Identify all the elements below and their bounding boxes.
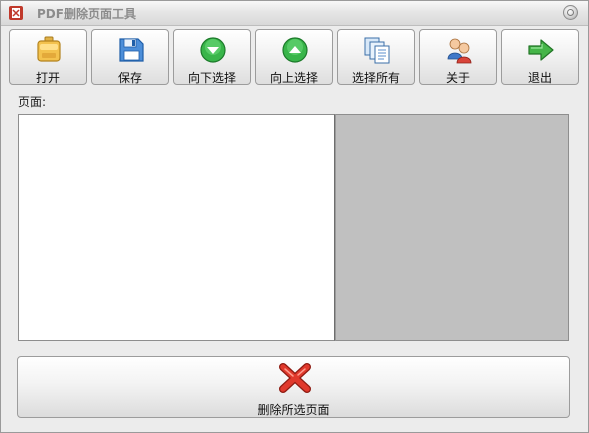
arrow-down-circle-icon (200, 37, 226, 63)
pdf-app-icon (9, 6, 23, 20)
select-all-button-label: 选择所有 (351, 71, 400, 85)
open-button-label: 打开 (35, 71, 60, 85)
about-button-label: 关于 (445, 71, 470, 85)
open-button[interactable]: 打开 (9, 29, 87, 85)
red-x-icon (279, 363, 311, 393)
open-folder-icon (37, 36, 61, 62)
select-up-button[interactable]: 向上选择 (255, 29, 333, 85)
select-down-button[interactable]: 向下选择 (173, 29, 251, 85)
arrow-up-circle-icon (282, 37, 308, 63)
page-list[interactable] (18, 114, 335, 341)
exit-button[interactable]: 退出 (501, 29, 579, 85)
app-window: PDF删除页面工具 打开 保存 向下选择 向上选择 选择所有 关于 退出 页面:… (0, 0, 589, 433)
about-button[interactable]: 关于 (419, 29, 497, 85)
toolbar: 打开 保存 向下选择 向上选择 选择所有 关于 退出 (9, 29, 582, 87)
close-button[interactable] (563, 5, 578, 20)
title-bar[interactable]: PDF删除页面工具 (1, 1, 588, 26)
select-all-button[interactable]: 选择所有 (337, 29, 415, 85)
delete-selected-pages-label: 删除所选页面 (257, 403, 330, 417)
documents-stack-icon (364, 37, 390, 64)
users-icon (447, 38, 472, 64)
select-up-button-label: 向上选择 (269, 71, 318, 85)
floppy-disk-icon (119, 38, 144, 62)
arrow-right-icon (528, 39, 554, 61)
save-button-label: 保存 (117, 71, 142, 85)
delete-selected-pages-button[interactable]: 删除所选页面 (17, 356, 570, 418)
exit-button-label: 退出 (527, 71, 552, 85)
pages-label: 页面: (18, 95, 47, 109)
select-down-button-label: 向下选择 (187, 71, 236, 85)
window-title: PDF删除页面工具 (37, 7, 136, 21)
save-button[interactable]: 保存 (91, 29, 169, 85)
page-preview (335, 114, 569, 341)
